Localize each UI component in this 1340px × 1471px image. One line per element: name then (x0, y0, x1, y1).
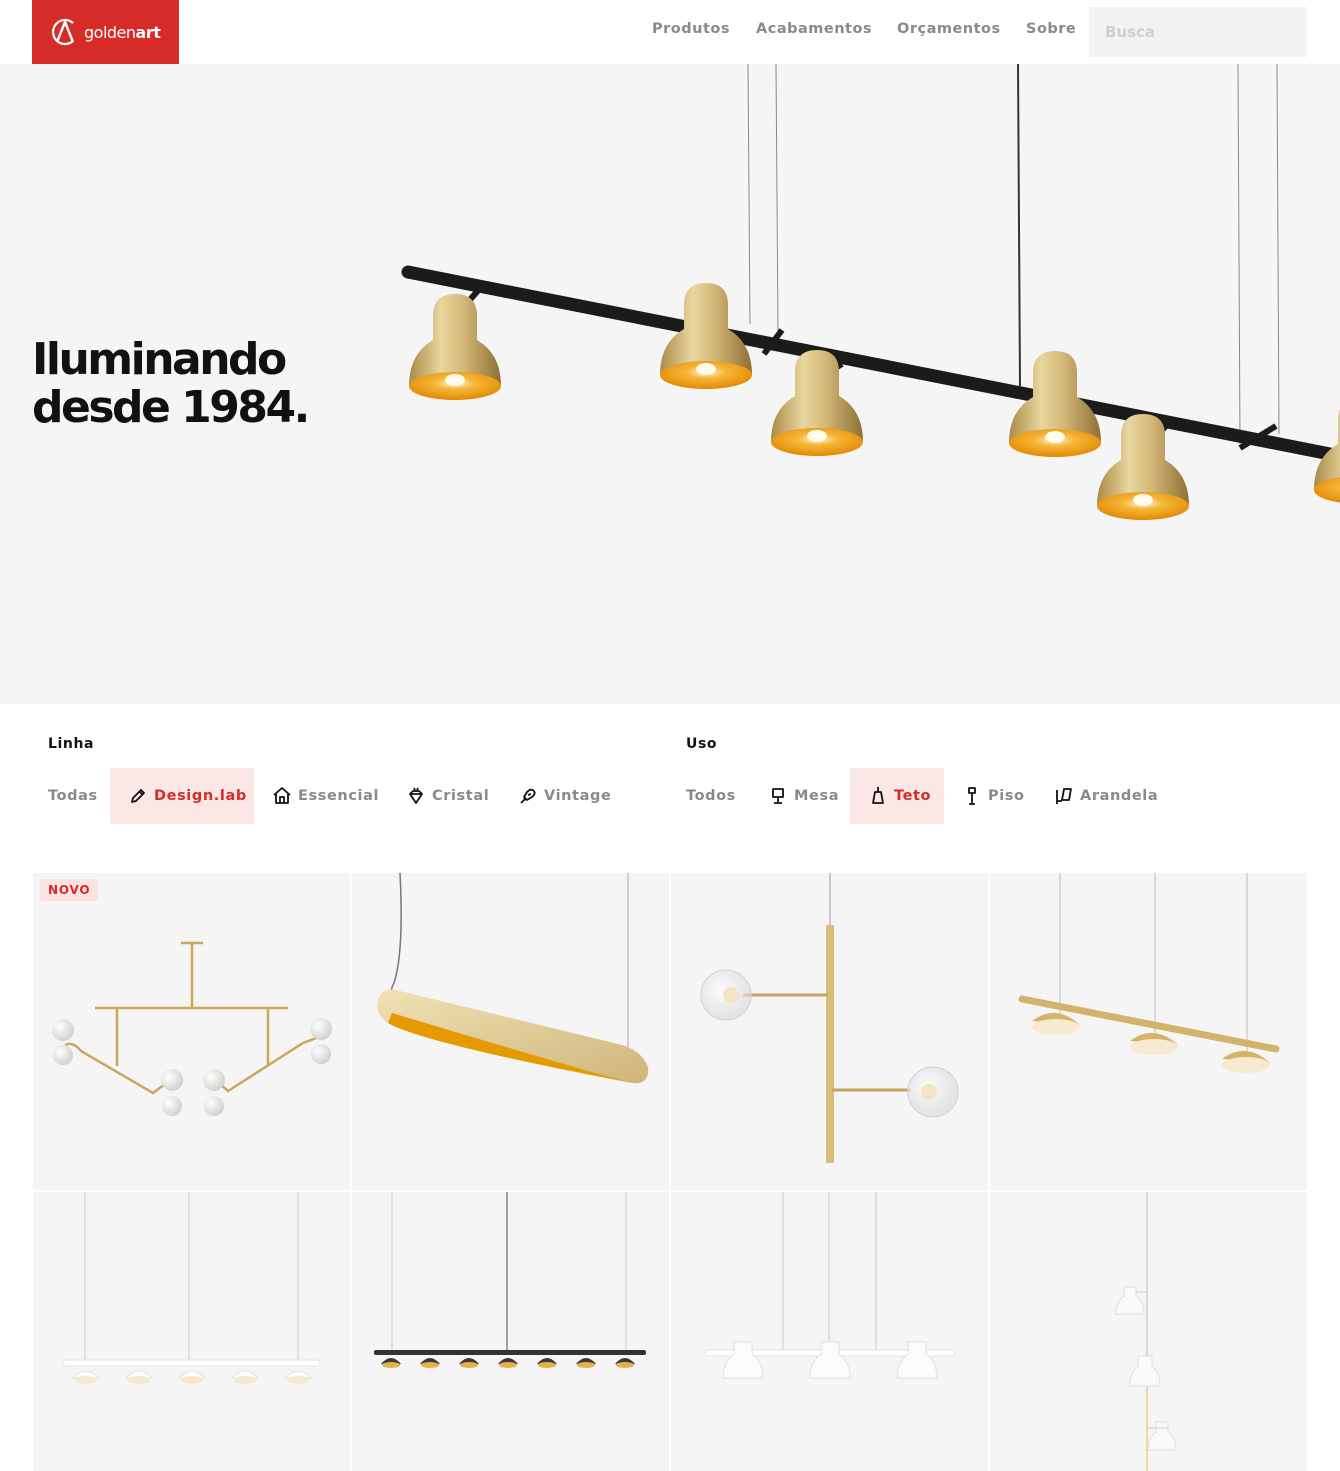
product-card[interactable] (352, 873, 669, 1190)
filter-uso-teto[interactable]: Teto (850, 768, 944, 824)
filter-linha-essencial[interactable]: Essencial (272, 768, 379, 824)
hero-title-line2: desde 1984. (32, 382, 310, 433)
product-image-chandelier (52, 941, 332, 1116)
product-card[interactable] (671, 873, 988, 1190)
pencil-icon (128, 786, 148, 806)
logo-text: goldenart (84, 22, 161, 42)
product-card[interactable] (352, 1192, 669, 1471)
filter-linha-todas[interactable]: Todas (48, 768, 98, 824)
nav-produtos[interactable]: Produtos (652, 21, 730, 37)
product-image-vertical-pendant (700, 873, 959, 1163)
filter-label-text: Todas (48, 788, 98, 804)
bulb-filament-icon (518, 786, 538, 806)
product-image-linear-pendant (377, 873, 649, 1084)
logo[interactable]: goldenart (32, 0, 179, 64)
filter-label-text: Vintage (544, 788, 612, 804)
product-card[interactable] (33, 1192, 350, 1471)
wall-lamp-icon (1054, 786, 1074, 806)
filter-linha-design-lab[interactable]: Design.lab (110, 768, 254, 824)
filter-label-text: Essencial (298, 788, 380, 804)
product-image-vertical-cascade (1115, 1192, 1177, 1471)
table-lamp-icon (768, 786, 788, 806)
filter-linha-label: Linha (48, 736, 95, 752)
filter-label-text: Arandela (1080, 788, 1159, 804)
filter-uso-todos[interactable]: Todos (686, 768, 736, 824)
product-image-white-bar-shades (704, 1192, 956, 1379)
hero-title-line1: Iluminando (32, 334, 287, 385)
nav-orcamentos[interactable]: Orçamentos (897, 21, 1001, 37)
filter-uso-arandela[interactable]: Arandela (1054, 768, 1158, 824)
filter-linha-cristal[interactable]: Cristal (406, 768, 489, 824)
new-badge: NOVO (40, 879, 99, 901)
site-header: goldenart Produtos Acabamentos Orçamento… (0, 0, 1340, 64)
product-card[interactable] (671, 1192, 988, 1471)
filter-uso-mesa[interactable]: Mesa (768, 768, 839, 824)
filter-label-text: Todos (686, 788, 736, 804)
filter-label-text: Piso (988, 788, 1025, 804)
nav-sobre[interactable]: Sobre (1026, 21, 1076, 37)
hero-banner: Iluminando desde 1984. (0, 64, 1340, 704)
product-image-black-bar-domes (374, 1192, 646, 1368)
product-card[interactable] (990, 873, 1307, 1190)
house-icon (272, 786, 292, 806)
filter-label-text: Cristal (432, 788, 490, 804)
product-image-white-bar-domes (62, 1192, 321, 1384)
filter-linha-vintage[interactable]: Vintage (518, 768, 611, 824)
filter-label-text: Mesa (794, 788, 840, 804)
filter-uso-label: Uso (686, 736, 718, 752)
filter-uso-piso[interactable]: Piso (962, 768, 1025, 824)
product-card[interactable] (990, 1192, 1307, 1471)
diamond-icon (406, 786, 426, 806)
nav-acabamentos[interactable]: Acabamentos (756, 21, 872, 37)
filter-label-text: Design.lab (154, 788, 247, 804)
logo-mark-icon (51, 18, 75, 46)
search-input[interactable] (1089, 7, 1307, 57)
ceiling-lamp-icon (868, 786, 888, 806)
product-image-gold-bar-domes (1018, 873, 1280, 1073)
hero-title: Iluminando desde 1984. (32, 336, 362, 432)
filter-label-text: Teto (894, 788, 932, 804)
product-card[interactable]: NOVO (33, 873, 350, 1190)
floor-lamp-icon (962, 786, 982, 806)
